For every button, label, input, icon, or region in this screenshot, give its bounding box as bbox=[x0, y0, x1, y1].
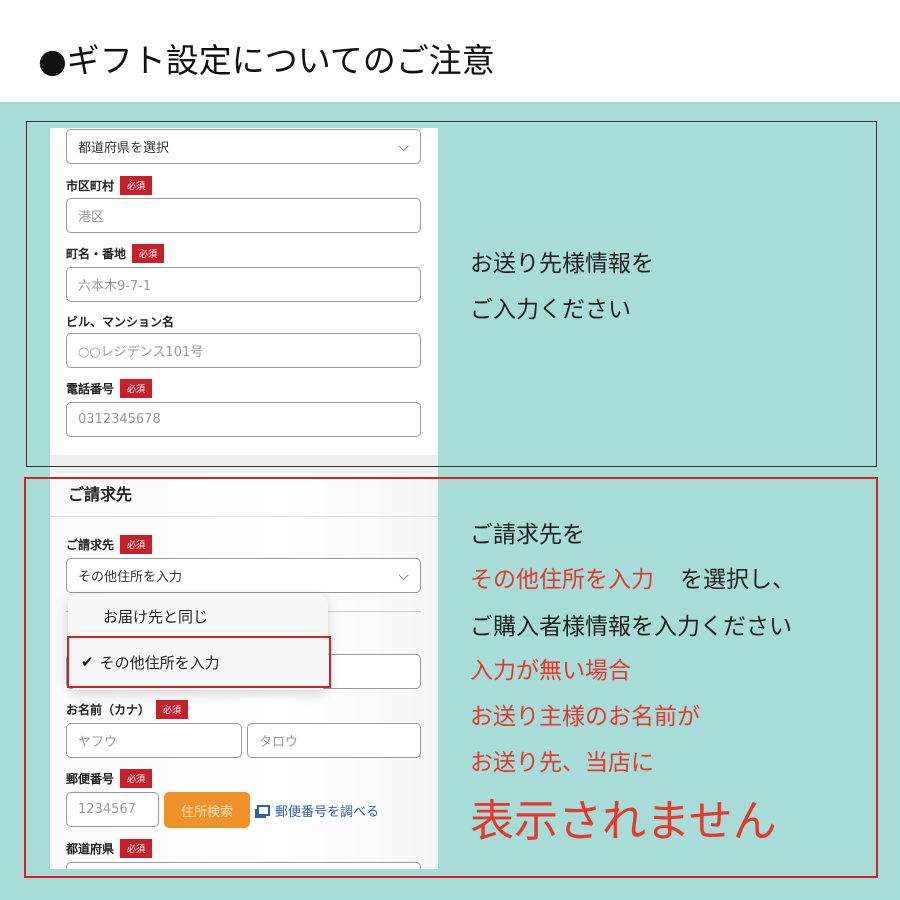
phone-input[interactable]: 0312345678 bbox=[66, 402, 421, 437]
billing-note-line5: お送り主様のお名前が bbox=[470, 704, 700, 730]
building-label: ビル、マンション名 bbox=[66, 315, 175, 329]
prefecture-select[interactable]: 都道府県を選択 ⌵ bbox=[66, 129, 421, 164]
city-label: 市区町村 必須 bbox=[66, 176, 153, 195]
billing-note-line1: ご請求先を bbox=[470, 522, 585, 548]
billing-note-line3: ご購入者様情報を入力ください bbox=[470, 614, 792, 640]
billing-note-line4: 入力が無い場合 bbox=[470, 658, 631, 684]
billing-note-line2: その他住所を入力 を選択し、 bbox=[470, 567, 795, 593]
shipping-note-line1: お送り先様情報を bbox=[470, 251, 654, 277]
required-badge: 必須 bbox=[120, 176, 153, 195]
required-badge: 必須 bbox=[120, 379, 153, 398]
required-badge: 必須 bbox=[132, 244, 165, 263]
city-input[interactable]: 港区 bbox=[66, 198, 421, 233]
page-title: ●ギフト設定についてのご注意 bbox=[38, 41, 495, 80]
phone-label: 電話番号 必須 bbox=[66, 379, 153, 398]
prefecture-select-value: 都道府県を選択 bbox=[78, 141, 170, 156]
billing-note-line6: お送り先、当店に bbox=[470, 750, 654, 776]
street-label: 町名・番地 必須 bbox=[66, 244, 165, 263]
chevron-down-icon: ⌵ bbox=[398, 138, 409, 155]
street-input[interactable]: 六本木9-7-1 bbox=[66, 267, 421, 302]
building-input[interactable]: ○○レジデンス101号 bbox=[66, 333, 421, 368]
billing-note-warning: 表示されません bbox=[470, 796, 777, 847]
shipping-note-line2: ご入力ください bbox=[470, 297, 631, 323]
